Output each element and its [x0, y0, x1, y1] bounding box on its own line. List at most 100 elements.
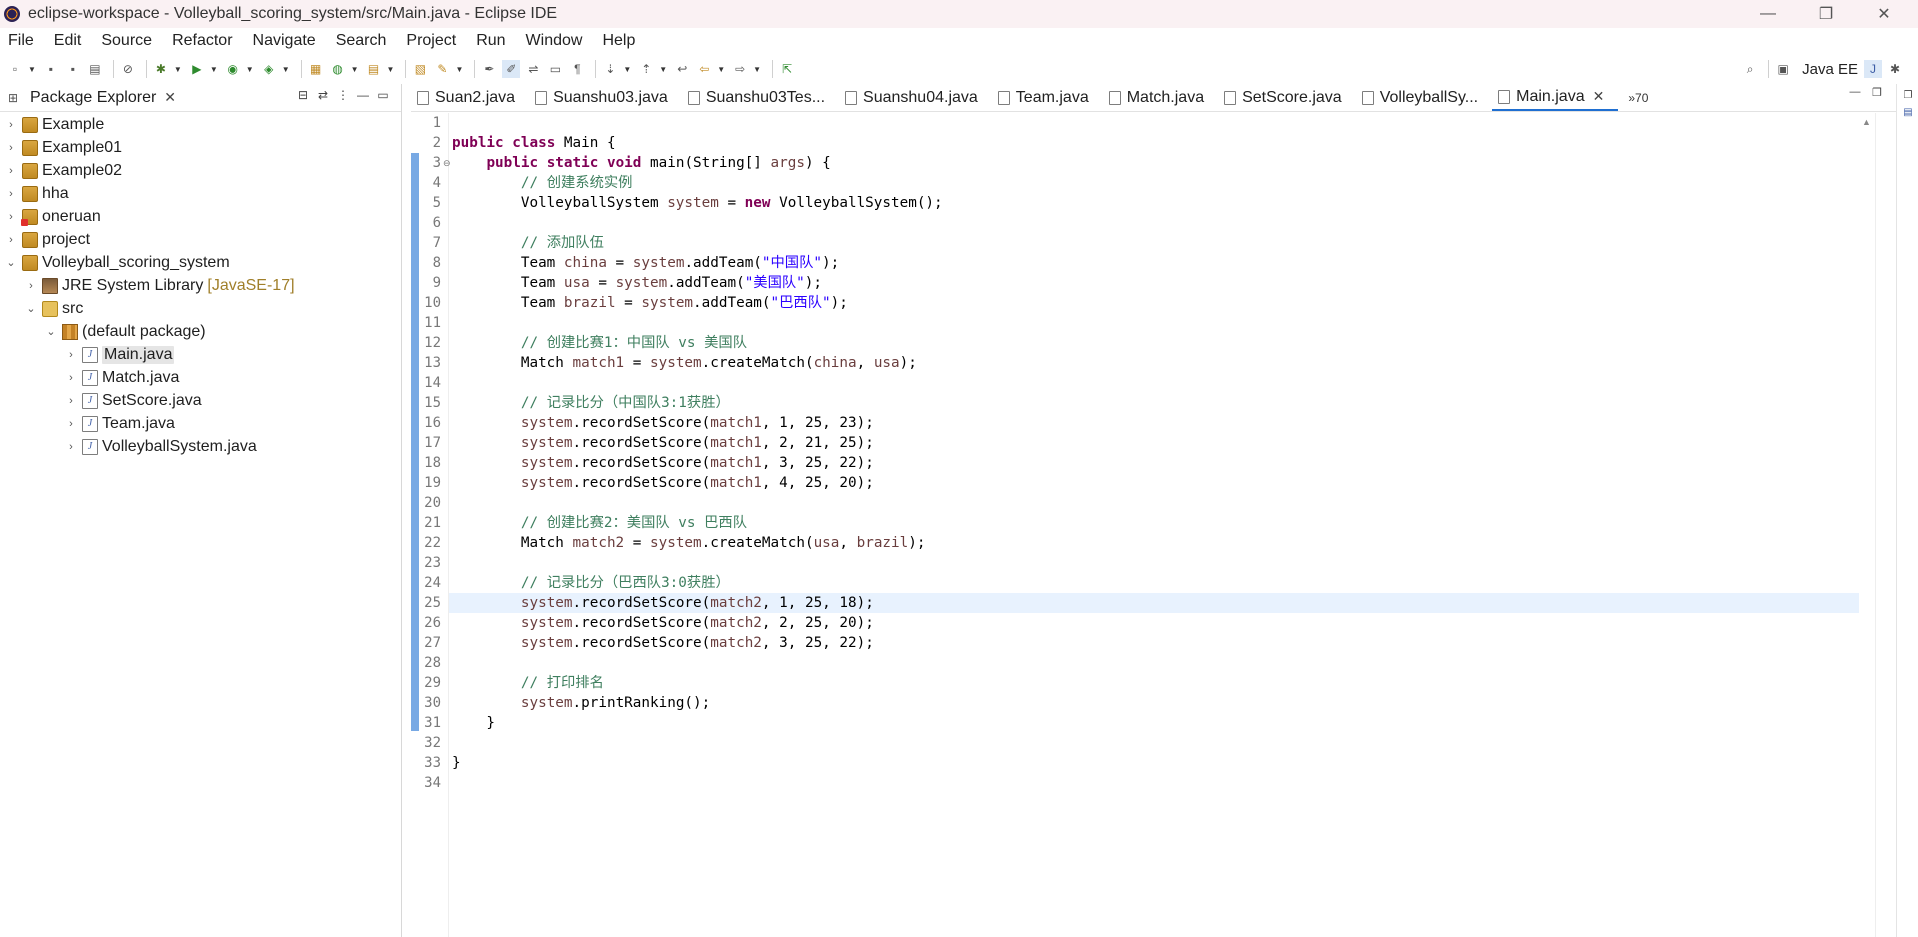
code-line[interactable]: }	[449, 713, 1859, 733]
skip-breakpoints-icon[interactable]: ⊘	[119, 60, 137, 78]
new-java-project-icon[interactable]: ▦	[307, 60, 325, 78]
code-line[interactable]: Team brazil = system.addTeam("巴西队");	[449, 293, 1859, 313]
menu-search[interactable]: Search	[336, 32, 387, 50]
external-tools-dropdown-icon[interactable]: ▼	[282, 65, 290, 74]
menu-source[interactable]: Source	[101, 32, 152, 50]
tab-match-java[interactable]: Match.java	[1103, 84, 1218, 111]
toggle-mark-occurrences-icon[interactable]: ✒	[480, 60, 498, 78]
scroll-up-icon[interactable]: ▲	[1862, 117, 1871, 127]
restore-icon[interactable]: ❐	[1897, 90, 1918, 101]
code-line[interactable]: // 打印排名	[449, 673, 1859, 693]
code-line[interactable]: // 创建比赛1：中国队 vs 美国队	[449, 333, 1859, 353]
last-edit-icon[interactable]: ↩	[673, 60, 691, 78]
menu-project[interactable]: Project	[406, 32, 456, 50]
expand-icon[interactable]: ›	[24, 280, 38, 292]
menu-refactor[interactable]: Refactor	[172, 32, 232, 50]
code-line[interactable]	[449, 733, 1859, 753]
code-line[interactable]: system.recordSetScore(match2, 3, 25, 22)…	[449, 633, 1859, 653]
more-tabs-button[interactable]: »70	[1618, 84, 1662, 111]
expand-icon[interactable]: ›	[64, 372, 78, 384]
tab-suanshu03test[interactable]: Suanshu03Tes...	[682, 84, 839, 111]
code-line[interactable]	[449, 553, 1859, 573]
tab-volleyballsystem[interactable]: VolleyballSy...	[1356, 84, 1492, 111]
tree-item-volleyball-scoring-system[interactable]: ⌄ Volleyball_scoring_system	[4, 251, 230, 274]
search-dropdown-icon[interactable]: ▼	[455, 65, 463, 74]
code-line[interactable]: system.recordSetScore(match2, 2, 25, 20)…	[449, 613, 1859, 633]
tree-item-example02[interactable]: › Example02	[4, 159, 122, 182]
expand-icon[interactable]: ›	[64, 418, 78, 430]
new-dropdown-icon[interactable]: ▼	[28, 65, 36, 74]
previous-annotation-dropdown-icon[interactable]: ▼	[659, 65, 667, 74]
menu-window[interactable]: Window	[526, 32, 583, 50]
new-class-dropdown-icon[interactable]: ▼	[387, 65, 395, 74]
code-line[interactable]: // 记录比分（中国队3:1获胜）	[449, 393, 1859, 413]
expand-icon[interactable]: ›	[64, 395, 78, 407]
close-tab-icon[interactable]: ✕	[1593, 88, 1605, 105]
tab-suan2-java[interactable]: Suan2.java	[411, 84, 529, 111]
debug-icon[interactable]: ✱	[152, 60, 170, 78]
tree-item-example[interactable]: › Example	[4, 113, 104, 136]
code-line[interactable]: system.recordSetScore(match1, 3, 25, 22)…	[449, 453, 1859, 473]
collapse-icon[interactable]: ⌄	[4, 256, 18, 269]
code-line[interactable]	[449, 313, 1859, 333]
new-class-icon[interactable]: ▤	[365, 60, 383, 78]
tree-item-hha[interactable]: › hha	[4, 182, 69, 205]
code-line[interactable]	[449, 373, 1859, 393]
open-type-icon[interactable]: ▧	[411, 60, 429, 78]
tree-item-main-java[interactable]: › J Main.java	[64, 343, 175, 366]
java-perspective-icon[interactable]: J	[1864, 60, 1882, 78]
tab-team-java[interactable]: Team.java	[992, 84, 1103, 111]
expand-icon[interactable]: ›	[4, 119, 18, 131]
menu-edit[interactable]: Edit	[54, 32, 82, 50]
tree-item-volleyballsystem-java[interactable]: › J VolleyballSystem.java	[64, 435, 257, 458]
code-line[interactable]: system.printRanking();	[449, 693, 1859, 713]
link-with-editor-icon[interactable]: ⇄	[313, 88, 333, 102]
code-line[interactable]	[449, 113, 1859, 133]
toggle-block-selection-icon[interactable]: ✐	[502, 60, 521, 78]
perspective-java-ee[interactable]: Java EE	[1802, 61, 1858, 78]
view-menu-icon[interactable]: ⋮	[333, 88, 353, 102]
print-icon[interactable]: ▤	[86, 60, 104, 78]
tab-setscore-java[interactable]: SetScore.java	[1218, 84, 1356, 111]
code-line[interactable]: Team china = system.addTeam("中国队");	[449, 253, 1859, 273]
tree-item-oneruan[interactable]: › oneruan	[4, 205, 101, 228]
minimize-editor-icon[interactable]: —	[1844, 86, 1866, 99]
back-icon[interactable]: ⇦	[695, 60, 713, 78]
next-annotation-icon[interactable]: ⇣	[601, 60, 619, 78]
code-line[interactable]: system.recordSetScore(match1, 1, 25, 23)…	[449, 413, 1859, 433]
previous-annotation-icon[interactable]: ⇡	[637, 60, 655, 78]
search-icon[interactable]: ⌕	[1741, 60, 1759, 78]
code-line[interactable]: system.recordSetScore(match2, 1, 25, 18)…	[449, 593, 1859, 613]
pin-editor-icon[interactable]: ⇱	[778, 60, 796, 78]
restore-button[interactable]: ❐	[1798, 0, 1854, 28]
menu-run[interactable]: Run	[476, 32, 505, 50]
code-line[interactable]: // 记录比分（巴西队3:0获胜）	[449, 573, 1859, 593]
menu-navigate[interactable]: Navigate	[253, 32, 316, 50]
package-explorer-tab[interactable]: ⊞ Package Explorer ✕ ⊟ ⇄ ⋮ — ▭	[0, 84, 401, 112]
run-icon[interactable]: ▶	[188, 60, 206, 78]
code-line[interactable]	[449, 653, 1859, 673]
tree-item-example01[interactable]: › Example01	[4, 136, 122, 159]
open-perspective-icon[interactable]: ▣	[1774, 60, 1792, 78]
maximize-view-icon[interactable]: ▭	[373, 88, 393, 102]
code-line[interactable]: Match match1 = system.createMatch(china,…	[449, 353, 1859, 373]
run-dropdown-icon[interactable]: ▼	[210, 65, 218, 74]
code-line[interactable]: Match match2 = system.createMatch(usa, b…	[449, 533, 1859, 553]
close-window-button[interactable]: ✕	[1856, 0, 1912, 28]
outline-icon[interactable]: ▤	[1897, 107, 1918, 118]
toggle-word-wrap-icon[interactable]: ⇌	[524, 60, 542, 78]
code-line[interactable]	[449, 213, 1859, 233]
show-whitespace-chars-icon[interactable]: ¶	[568, 60, 586, 78]
code-line[interactable]: // 创建比赛2：美国队 vs 巴西队	[449, 513, 1859, 533]
external-tools-icon[interactable]: ◈	[260, 60, 278, 78]
tree-item-default-package[interactable]: ⌄ (default package)	[44, 320, 206, 343]
new-icon[interactable]: ▫	[6, 60, 24, 78]
code-line[interactable]	[449, 773, 1859, 793]
save-all-icon[interactable]: ▪	[64, 60, 82, 78]
tree-item-project[interactable]: › project	[4, 228, 90, 251]
overview-ruler[interactable]	[1875, 113, 1895, 937]
forward-icon[interactable]: ⇨	[731, 60, 749, 78]
save-icon[interactable]: ▪	[42, 60, 60, 78]
maximize-editor-icon[interactable]: ❐	[1866, 86, 1888, 99]
coverage-icon[interactable]: ◉	[224, 60, 242, 78]
